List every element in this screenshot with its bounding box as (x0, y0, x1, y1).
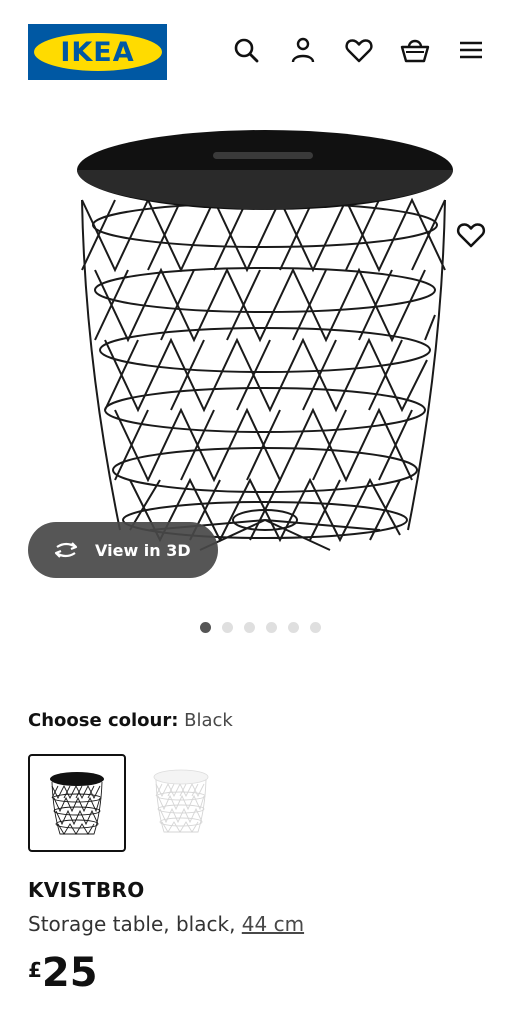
product-size-link[interactable]: 44 cm (242, 912, 304, 936)
product-image[interactable] (60, 110, 470, 570)
pagination-dot-2[interactable] (222, 622, 233, 633)
wishlist-heart-icon[interactable] (344, 35, 374, 65)
pagination-dot-6[interactable] (310, 622, 321, 633)
pagination-dot-3[interactable] (244, 622, 255, 633)
view-in-3d-label: View in 3D (95, 540, 191, 560)
rotate-3d-icon (50, 539, 82, 561)
product-description-text: Storage table, black, (28, 912, 236, 936)
pagination-dot-5[interactable] (288, 622, 299, 633)
view-in-3d-button[interactable]: View in 3D (28, 522, 218, 578)
choose-colour-label: Choose colour: (28, 710, 179, 731)
account-icon[interactable] (288, 35, 318, 65)
price-currency: £ (28, 958, 42, 982)
selected-colour-value: Black (184, 710, 233, 731)
site-header: IKEA (0, 0, 527, 100)
ikea-logo[interactable]: IKEA (28, 24, 167, 80)
pagination-dot-4[interactable] (266, 622, 277, 633)
product-description: Storage table, black, 44 cm (28, 912, 304, 936)
colour-swatch-black[interactable] (28, 754, 126, 852)
shopping-bag-icon[interactable] (400, 35, 430, 65)
gallery-pagination (200, 622, 321, 634)
product-price: £25 (28, 950, 98, 996)
logo-oval: IKEA (33, 33, 162, 71)
price-amount: 25 (41, 950, 98, 996)
add-to-wishlist-heart-icon[interactable] (455, 219, 487, 251)
pagination-dot-1[interactable] (200, 622, 211, 633)
logo-text: IKEA (60, 36, 135, 68)
search-icon[interactable] (231, 35, 261, 65)
product-name: KVISTBRO (28, 878, 145, 902)
colour-swatch-white[interactable] (134, 754, 232, 852)
menu-icon[interactable] (456, 35, 486, 65)
colour-chooser-label: Choose colour: Black (28, 710, 233, 731)
